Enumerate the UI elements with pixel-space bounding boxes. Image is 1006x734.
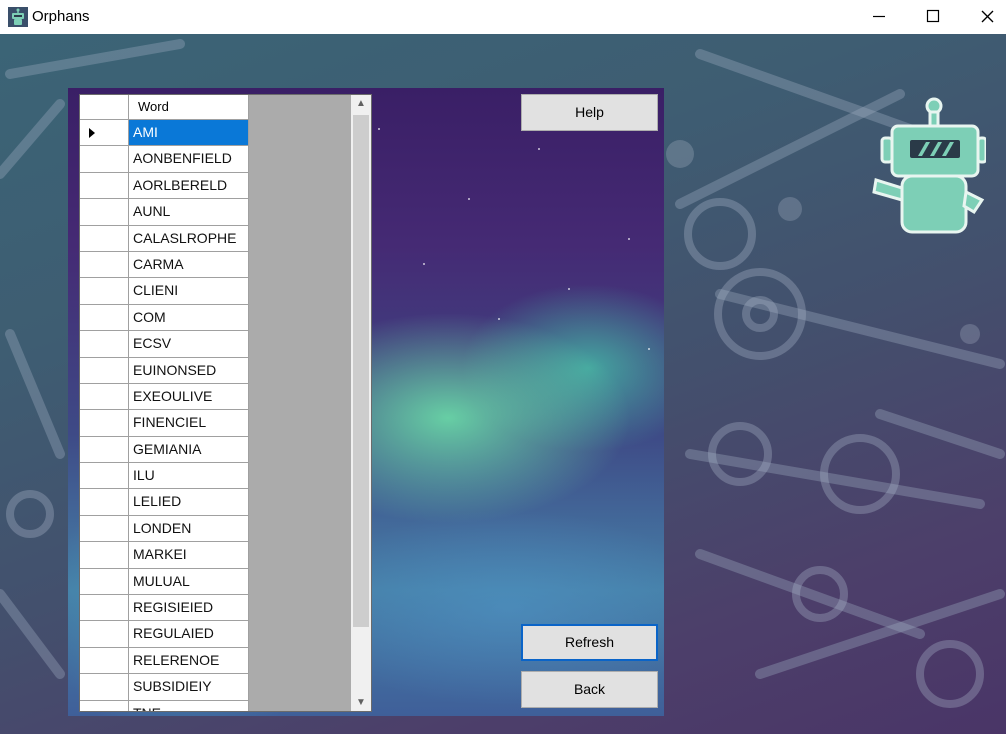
word-cell[interactable]: COM [129,304,249,332]
table-row[interactable]: MULUAL [80,568,250,596]
row-header[interactable] [80,568,129,596]
table-row[interactable]: AUNL [80,199,250,226]
table-row[interactable]: CARMA [80,251,250,279]
star [568,288,570,290]
star [468,198,470,200]
row-header[interactable] [80,542,129,569]
word-cell[interactable]: ECSV [129,331,249,358]
minimize-icon[interactable] [852,0,906,34]
word-cell[interactable]: AUNL [129,199,249,226]
robot-icon [8,7,28,27]
table-row[interactable]: AONBENFIELD [80,146,250,173]
word-cell[interactable]: MULUAL [129,568,249,596]
scroll-thumb[interactable] [353,115,369,627]
table-row[interactable]: REGISIEIED [80,595,250,622]
current-row-arrow-icon [89,128,95,138]
star [538,148,540,150]
table-row[interactable]: AMI [80,120,250,147]
star [648,348,650,350]
row-header[interactable] [80,515,129,543]
row-header[interactable] [80,225,129,252]
word-cell[interactable]: AONBENFIELD [129,146,249,173]
table-row[interactable]: LELIED [80,489,250,516]
table-row[interactable]: GEMIANIA [80,436,250,464]
grid-header-corner[interactable] [80,95,129,120]
table-row[interactable]: COM [80,304,250,332]
word-cell[interactable]: TNE [129,700,249,711]
scroll-up-icon[interactable]: ▲ [351,95,371,112]
word-cell[interactable]: MARKEI [129,542,249,569]
word-cell[interactable]: GEMIANIA [129,436,249,464]
word-cell[interactable]: AORLBERELD [129,172,249,200]
row-header[interactable] [80,621,129,648]
table-row[interactable]: CLIENI [80,278,250,305]
column-header-word[interactable]: Word [129,95,249,120]
row-header[interactable] [80,700,129,711]
word-grid[interactable]: Word AMI AONBENFIELD AORLBERELD AUNL CALASLR… [79,94,372,712]
table-row[interactable]: ILU [80,463,250,490]
maximize-icon[interactable] [906,0,960,34]
row-header[interactable] [80,489,129,516]
row-header[interactable] [80,120,129,147]
row-header[interactable] [80,647,129,675]
star [498,318,500,320]
row-header[interactable] [80,463,129,490]
window-title: Orphans [32,8,90,25]
word-cell[interactable]: REGISIEIED [129,595,249,622]
scroll-down-icon[interactable]: ▼ [351,694,371,711]
refresh-button[interactable]: Refresh [521,624,658,661]
table-row[interactable]: CALASLROPHE [80,225,250,252]
back-button[interactable]: Back [521,671,658,708]
row-header[interactable] [80,331,129,358]
table-row[interactable]: EUINONSED [80,357,250,384]
table-row[interactable]: REGULAIED [80,621,250,648]
grid-header: Word [80,95,350,120]
word-cell[interactable]: CARMA [129,251,249,279]
table-row[interactable]: RELERENOE [80,647,250,675]
table-row[interactable]: LONDEN [80,515,250,543]
word-cell[interactable]: REGULAIED [129,621,249,648]
word-cell[interactable]: AMI [129,120,249,147]
row-header[interactable] [80,357,129,384]
word-cell[interactable]: CALASLROPHE [129,225,249,252]
row-header[interactable] [80,674,129,701]
star [378,128,380,130]
word-cell[interactable]: FINENCIEL [129,410,249,437]
star [628,238,630,240]
title-bar: Orphans [0,0,1006,34]
word-cell[interactable]: ILU [129,463,249,490]
table-row[interactable]: MARKEI [80,542,250,569]
row-header[interactable] [80,251,129,279]
row-header[interactable] [80,278,129,305]
table-row[interactable]: SUBSIDIEIY [80,674,250,701]
row-header[interactable] [80,146,129,173]
word-cell[interactable]: LELIED [129,489,249,516]
word-cell[interactable]: CLIENI [129,278,249,305]
row-header[interactable] [80,172,129,200]
help-button[interactable]: Help [521,94,658,131]
row-header[interactable] [80,410,129,437]
table-row[interactable]: EXEOULIVE [80,383,250,411]
row-header[interactable] [80,436,129,464]
word-cell[interactable]: EUINONSED [129,357,249,384]
word-cell[interactable]: LONDEN [129,515,249,543]
table-row[interactable]: FINENCIEL [80,410,250,437]
table-row[interactable]: AORLBERELD [80,172,250,200]
word-cell[interactable]: SUBSIDIEIY [129,674,249,701]
word-cell[interactable]: RELERENOE [129,647,249,675]
table-row[interactable]: ECSV [80,331,250,358]
row-header[interactable] [80,383,129,411]
row-header[interactable] [80,304,129,332]
row-header[interactable] [80,595,129,622]
grid-rows: AMI AONBENFIELD AORLBERELD AUNL CALASLROPHE C… [80,120,250,711]
row-header[interactable] [80,199,129,226]
word-cell[interactable]: EXEOULIVE [129,383,249,411]
close-icon[interactable] [960,0,1006,34]
table-row[interactable]: TNE [80,700,250,711]
robot-mascot-icon [872,97,986,234]
star [423,263,425,265]
vertical-scrollbar[interactable]: ▲ ▼ [351,95,371,711]
